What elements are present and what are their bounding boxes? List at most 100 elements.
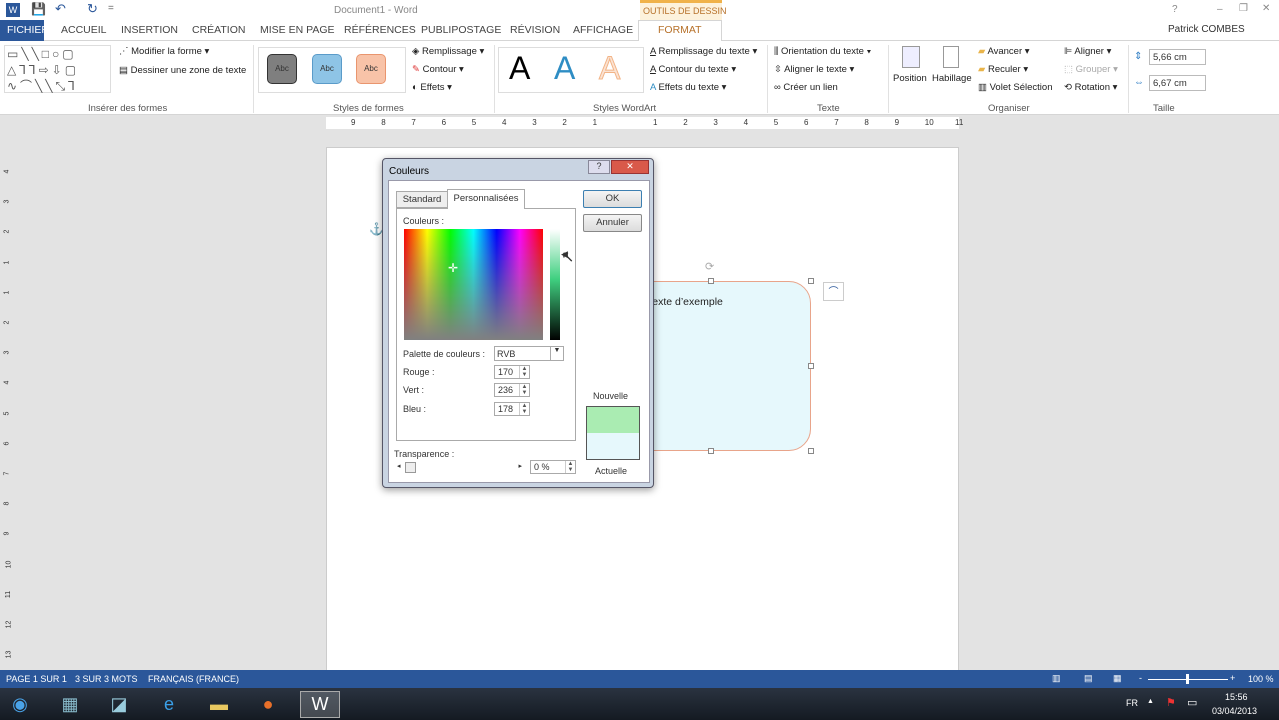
calculator-icon[interactable]: ▦ xyxy=(54,691,86,718)
align-button[interactable]: ⊫ Aligner ▾ xyxy=(1064,46,1111,57)
luminance-slider[interactable] xyxy=(550,229,560,340)
shape-style-orange[interactable]: Abc xyxy=(356,54,386,84)
text-effects-button[interactable]: A Effets du texte ▾ xyxy=(650,82,726,93)
zoom-slider-thumb[interactable] xyxy=(1186,674,1189,684)
red-spinner[interactable]: ▲ ▼ xyxy=(519,366,529,378)
palette-select[interactable]: RVB ▼ xyxy=(494,346,564,361)
color-spectrum[interactable]: ✛ xyxy=(404,229,543,340)
transparency-input[interactable]: 0 % ▲ ▼ xyxy=(530,460,576,474)
word-taskbar-icon[interactable]: W xyxy=(300,691,340,718)
shape-outline-button[interactable]: ✎ Contour ▾ xyxy=(412,64,464,75)
selection-pane-button[interactable]: ▥ Volet Sélection xyxy=(978,82,1052,93)
shape-width-input[interactable]: 6,67 cm xyxy=(1149,75,1206,91)
minimize-button[interactable]: – xyxy=(1217,4,1223,15)
shape-style-blue[interactable]: Abc xyxy=(312,54,342,84)
word-count[interactable]: 3 SUR 3 MOTS xyxy=(75,674,138,684)
internet-explorer-icon[interactable]: e xyxy=(153,691,185,718)
edit-shape-button[interactable]: ⋰ Modifier la forme ▾ xyxy=(119,46,209,57)
zoom-in-button[interactable]: + xyxy=(1230,673,1235,683)
shape-text[interactable]: Texte d’exemple xyxy=(647,296,723,308)
zoom-out-button[interactable]: - xyxy=(1139,673,1142,683)
language[interactable]: FRANÇAIS (FRANCE) xyxy=(148,674,239,684)
wrap-text-button[interactable]: Habillage xyxy=(932,73,972,84)
notes-icon[interactable]: ◪ xyxy=(103,691,135,718)
draw-textbox-button[interactable]: ▤ Dessiner une zone de texte xyxy=(119,65,246,76)
network-icon[interactable]: ▭ xyxy=(1187,696,1197,709)
clock-time[interactable]: 15:56 xyxy=(1225,692,1248,702)
dropdown-arrow-icon[interactable]: ▼ xyxy=(550,347,563,360)
position-icon xyxy=(902,46,920,68)
show-hidden-icons[interactable]: ▲ xyxy=(1147,698,1154,705)
help-button[interactable]: ? xyxy=(1172,4,1178,15)
tab-affichage[interactable]: AFFICHAGE xyxy=(573,24,633,36)
firefox-icon[interactable]: ● xyxy=(252,691,284,718)
restore-button[interactable]: ❐ xyxy=(1239,3,1248,14)
shape-style-dark[interactable]: Abc xyxy=(267,54,297,84)
tab-creation[interactable]: CRÉATION xyxy=(192,24,245,36)
page-count[interactable]: PAGE 1 SUR 1 xyxy=(6,674,67,684)
action-center-icon[interactable]: ⚑ xyxy=(1166,696,1176,709)
tab-references[interactable]: RÉFÉRENCES xyxy=(344,24,416,36)
wordart-style-orange[interactable]: A xyxy=(598,50,620,87)
print-layout-icon[interactable]: ▤ xyxy=(1084,673,1093,684)
save-icon[interactable]: 💾 xyxy=(31,2,46,16)
blue-input[interactable]: 178 ▲ ▼ xyxy=(494,402,530,416)
resize-handle[interactable] xyxy=(708,278,714,284)
tab-publipostage[interactable]: PUBLIPOSTAGE xyxy=(421,24,501,36)
blue-spinner[interactable]: ▲ ▼ xyxy=(519,403,529,415)
resize-handle[interactable] xyxy=(808,363,814,369)
align-text-button[interactable]: ⇳ Aligner le texte ▾ xyxy=(774,64,854,75)
text-direction-button[interactable]: ⫼ Orientation du texte ▾ xyxy=(774,46,871,57)
green-input[interactable]: 236 ▲ ▼ xyxy=(494,383,530,397)
input-language[interactable]: FR xyxy=(1126,698,1138,708)
tab-standard[interactable]: Standard xyxy=(396,191,448,208)
help-icon[interactable]: ? xyxy=(588,160,610,174)
red-input[interactable]: 170 ▲ ▼ xyxy=(494,365,530,379)
transparency-thumb[interactable] xyxy=(405,462,416,473)
tab-accueil[interactable]: ACCUEIL xyxy=(61,24,107,36)
bring-forward-button[interactable]: ▰ Avancer ▾ xyxy=(978,46,1030,57)
transparency-label: Transparence : xyxy=(394,449,455,459)
transparency-slider[interactable]: ◂ ▸ xyxy=(397,462,522,473)
customize-qat-icon[interactable]: = xyxy=(108,3,114,14)
tab-insertion[interactable]: INSERTION xyxy=(121,24,178,36)
create-link-button[interactable]: ∞ Créer un lien xyxy=(774,82,838,93)
redo-icon[interactable]: ↻ xyxy=(87,1,98,17)
tab-fichier[interactable]: FICHIER xyxy=(7,24,49,36)
read-mode-icon[interactable]: ▥ xyxy=(1052,673,1061,684)
resize-handle[interactable] xyxy=(808,448,814,454)
file-explorer-icon[interactable]: ▬ xyxy=(203,691,235,718)
send-backward-button[interactable]: ▰ Reculer ▾ xyxy=(978,64,1028,75)
tab-format[interactable]: FORMAT xyxy=(658,24,702,36)
transparency-spinner[interactable]: ▲ ▼ xyxy=(565,461,575,473)
layout-options-icon[interactable]: ⌒ xyxy=(823,282,844,301)
shape-fill-button[interactable]: ◈ Remplissage ▾ xyxy=(412,46,484,57)
ok-button[interactable]: OK xyxy=(583,190,642,208)
tab-mise-en-page[interactable]: MISE EN PAGE xyxy=(260,24,335,36)
rotate-button[interactable]: ⟲ Rotation ▾ xyxy=(1064,82,1117,93)
tab-revision[interactable]: RÉVISION xyxy=(510,24,560,36)
shape-height-input[interactable]: 5,66 cm xyxy=(1149,49,1206,65)
shapes-gallery[interactable]: ▭╲╲□○▢ △⅂⅂⇨⇩▢ ∿⌒╲╲⤡⅂ xyxy=(4,45,111,93)
wordart-style-black[interactable]: A xyxy=(509,50,530,87)
undo-icon[interactable]: ↶ xyxy=(55,1,66,17)
text-fill-button[interactable]: A Remplissage du texte ▾ xyxy=(650,46,757,57)
close-button[interactable]: ✕ xyxy=(1262,3,1270,14)
tab-personnalisees[interactable]: Personnalisées xyxy=(447,189,525,209)
cancel-button[interactable]: Annuler xyxy=(583,214,642,232)
position-button[interactable]: Position xyxy=(893,73,927,84)
wordart-style-blue[interactable]: A xyxy=(554,50,575,87)
zoom-level[interactable]: 100 % xyxy=(1248,674,1274,684)
green-spinner[interactable]: ▲ ▼ xyxy=(519,384,529,396)
web-layout-icon[interactable]: ▦ xyxy=(1113,673,1122,684)
rotate-handle-icon[interactable]: ⟳ xyxy=(705,260,714,273)
user-name[interactable]: Patrick COMBES xyxy=(1168,24,1245,35)
text-outline-button[interactable]: A Contour du texte ▾ xyxy=(650,64,736,75)
shape-effects-button[interactable]: ◐ Effets ▾ xyxy=(412,82,452,93)
clock-date[interactable]: 03/04/2013 xyxy=(1212,706,1257,716)
resize-handle[interactable] xyxy=(808,278,814,284)
start-button[interactable]: ◉ xyxy=(4,691,36,718)
dialog-close-icon[interactable]: ✕ xyxy=(611,160,649,174)
ruler-tick-label: 6 xyxy=(804,118,809,127)
resize-handle[interactable] xyxy=(708,448,714,454)
